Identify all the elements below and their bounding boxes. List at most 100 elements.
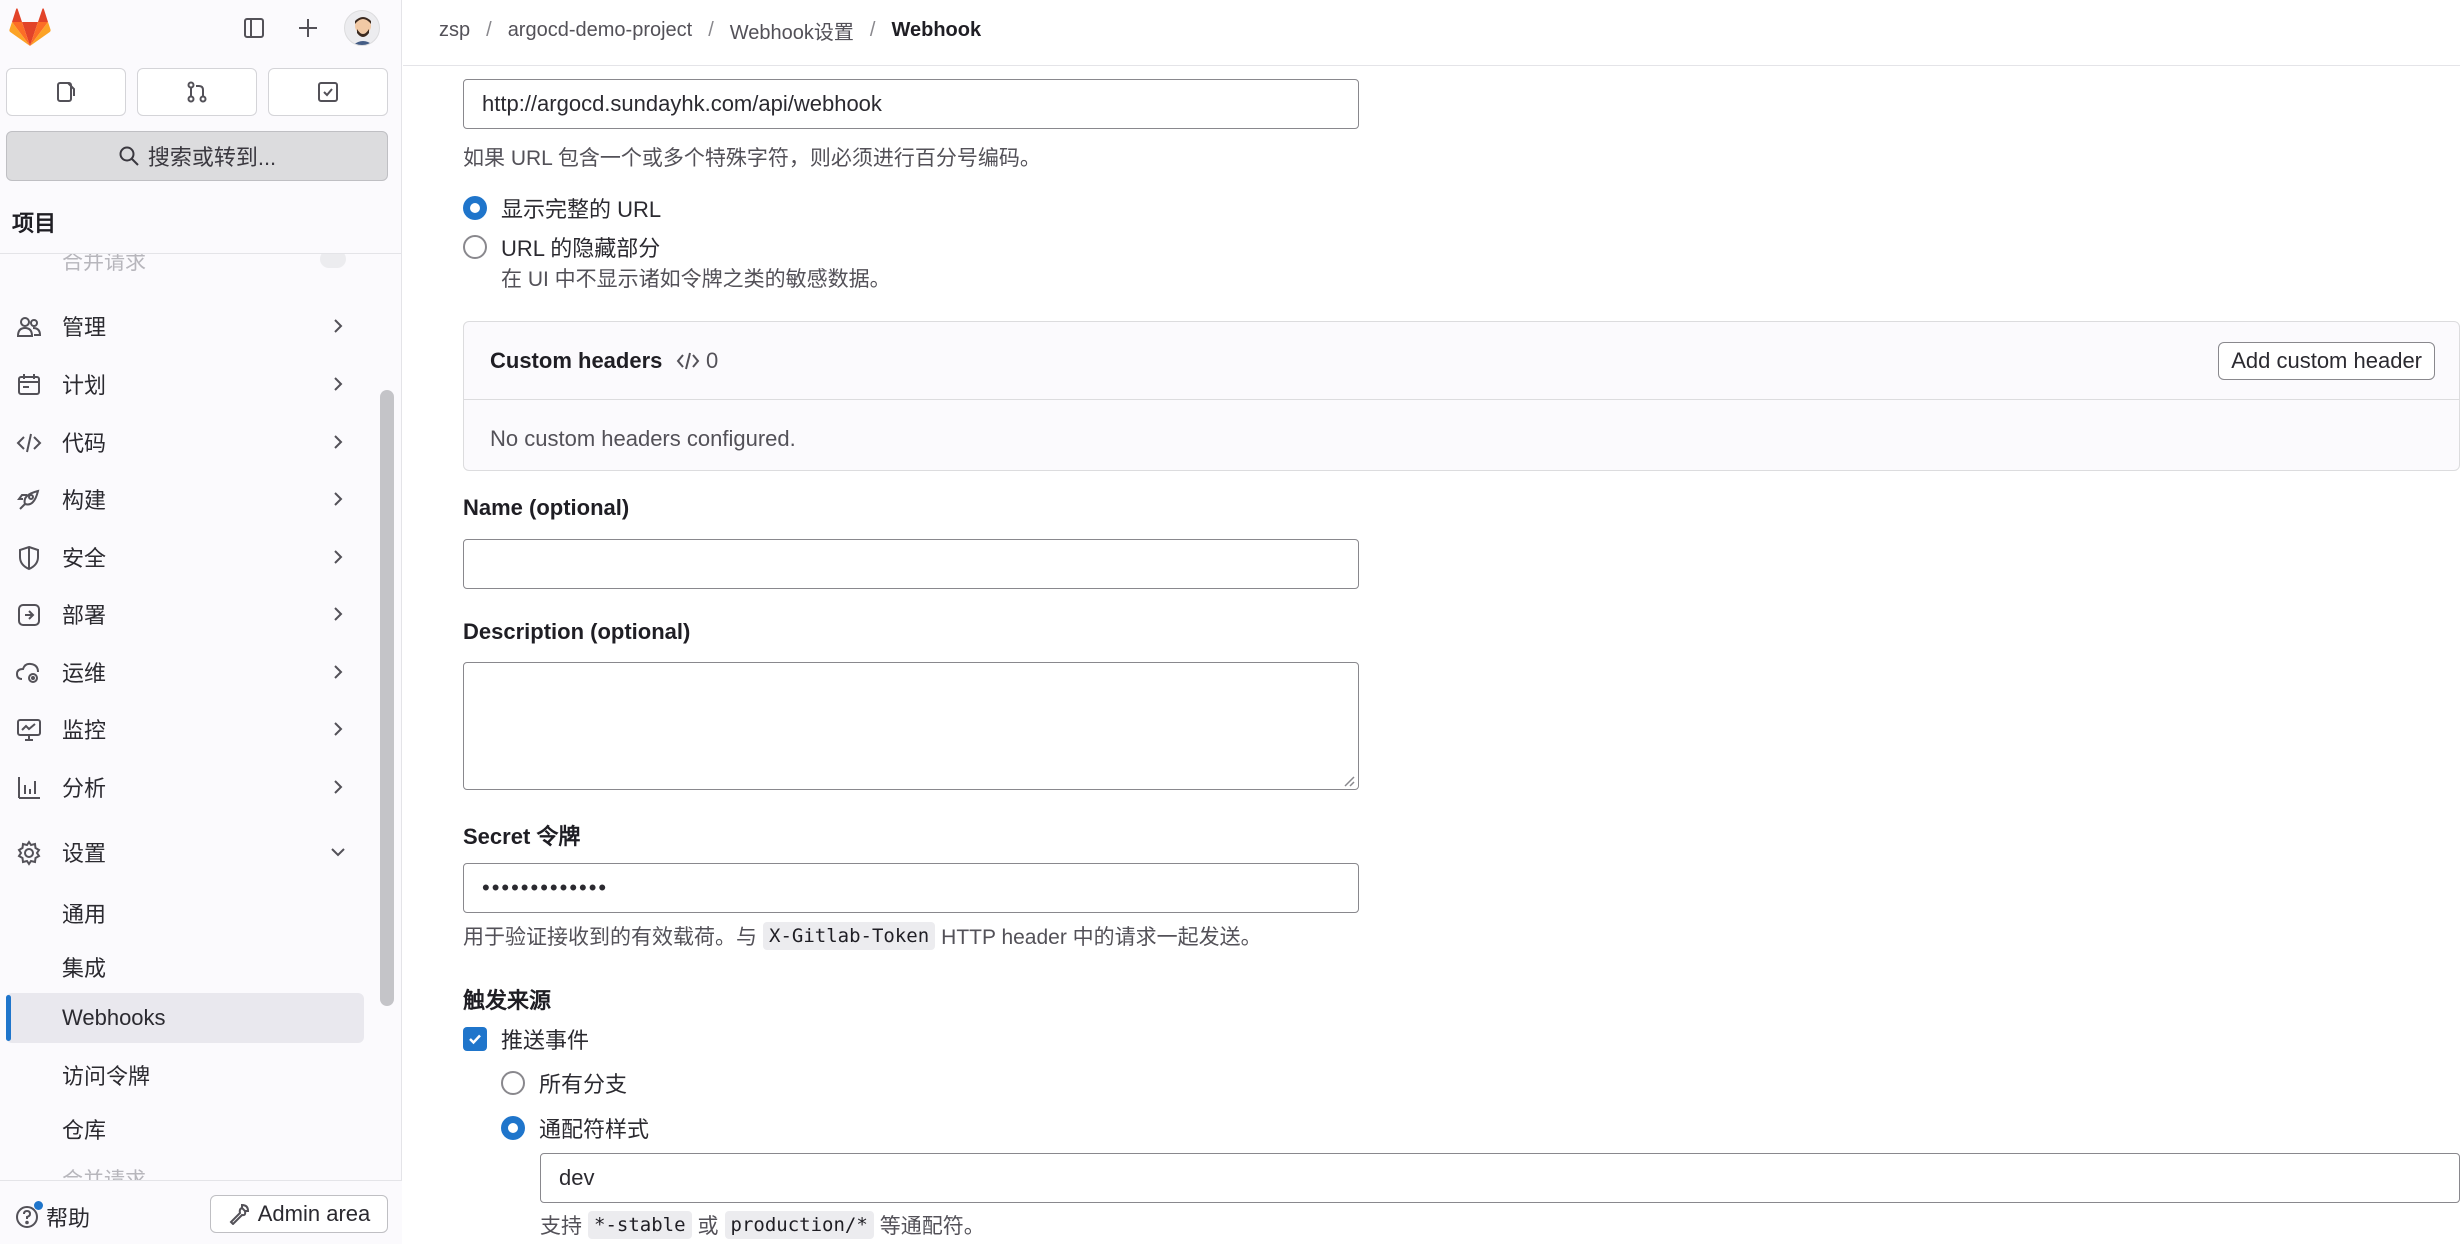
sidebar-item-code[interactable]: 代码 (6, 416, 364, 468)
sidebar-subitem-repository[interactable]: 仓库 (6, 1101, 364, 1151)
merge-request-icon (187, 81, 207, 103)
url-help-text: 如果 URL 包含一个或多个特殊字符，则必须进行百分号编码。 (463, 147, 1041, 170)
breadcrumb-item-webhook-settings[interactable]: Webhook设置 (730, 16, 854, 45)
gear-icon (17, 840, 41, 866)
breadcrumb-item-project[interactable]: argocd-demo-project (508, 19, 693, 42)
breadcrumb-separator: / (708, 19, 714, 41)
custom-headers-card: Custom headers 0 Add custom header No cu… (463, 321, 2460, 471)
sidebar-subitem-label: Webhooks (62, 1005, 166, 1030)
custom-headers-title: Custom headers (490, 348, 663, 373)
search-button[interactable]: 搜索或转到... (6, 131, 388, 181)
chevron-right-icon (334, 607, 343, 621)
sidebar-item-plan[interactable]: 计划 (6, 358, 364, 410)
sidebar-item-deploy[interactable]: 部署 (6, 588, 364, 640)
url-option-masked[interactable]: URL 的隐藏部分 (463, 231, 660, 263)
add-custom-header-button[interactable]: Add custom header (2218, 342, 2435, 380)
sidebar-item-build[interactable]: 构建 (6, 473, 364, 525)
sidebar-item-monitor[interactable]: 监控 (6, 703, 364, 755)
chevron-right-icon (334, 435, 343, 449)
chevron-right-icon (334, 319, 343, 333)
wrench-icon (229, 1203, 249, 1225)
sidebar-item-label: 设置 (62, 841, 107, 866)
sidebar-subitem-label: 访问令牌 (62, 1064, 151, 1089)
sidebar-item-label: 构建 (62, 488, 107, 513)
user-avatar[interactable] (344, 10, 380, 46)
radio-wildcard[interactable] (501, 1116, 525, 1140)
create-new-icon[interactable] (290, 10, 326, 46)
sidebar-item-secure[interactable]: 安全 (6, 531, 364, 583)
secret-token-label: Secret 令牌 (463, 824, 581, 849)
merge-requests-button[interactable] (137, 68, 257, 116)
wildcard-help-suffix: 等通配符。 (879, 1215, 985, 1238)
sidebar-item-analyze[interactable]: 分析 (6, 761, 364, 813)
issues-icon (57, 82, 75, 102)
admin-area-button[interactable]: Admin area (210, 1195, 388, 1233)
sidebar-subitem-access-tokens[interactable]: 访问令牌 (6, 1047, 364, 1097)
cloud-gear-icon (16, 662, 39, 683)
sidebar-item-label: 监控 (62, 718, 107, 743)
issues-button[interactable] (6, 68, 126, 116)
wildcard-help-code-2: production/* (724, 1211, 874, 1239)
name-label: Name (optional) (463, 495, 630, 520)
description-textarea[interactable] (463, 662, 1359, 790)
url-masked-help-text: 在 UI 中不显示诸如令牌之类的敏感数据。 (501, 268, 891, 291)
sidebar-item-label: 部署 (62, 603, 107, 628)
calendar-icon (18, 374, 40, 395)
rocket-icon (17, 489, 40, 510)
sidebar-bottom-bar: 帮助 Admin area (0, 1180, 402, 1244)
help-button[interactable]: 帮助 (14, 1201, 90, 1233)
secret-help-prefix: 用于验证接收到的有效载荷。与 (463, 926, 757, 949)
chevron-right-icon (334, 665, 343, 679)
chevron-right-icon (334, 780, 343, 794)
sidebar-item-label: 代码 (62, 431, 107, 456)
wildcard-option[interactable]: 通配符样式 (501, 1112, 649, 1144)
active-indicator (6, 995, 11, 1041)
top-header: zsp / argocd-demo-project / Webhook设置 / … (403, 0, 2460, 66)
chevron-right-icon (334, 377, 343, 391)
sidebar-subitem-label: 仓库 (62, 1118, 107, 1143)
chart-icon (18, 777, 40, 799)
admin-area-label: Admin area (257, 1201, 371, 1226)
code-icon (676, 352, 700, 370)
count-badge (320, 254, 346, 268)
sidebar-item-manage[interactable]: 管理 (6, 300, 364, 352)
custom-headers-card-header: Custom headers 0 Add custom header (464, 322, 2459, 400)
all-branches-option[interactable]: 所有分支 (501, 1067, 627, 1099)
sidebar-item-settings[interactable]: 设置 (6, 826, 364, 878)
sidebar-scrollbar[interactable] (380, 390, 394, 1006)
chevron-right-icon (334, 550, 343, 564)
toggle-sidebar-icon[interactable] (236, 10, 272, 46)
sidebar-subitem-general[interactable]: 通用 (6, 885, 364, 935)
wildcard-input[interactable]: dev (540, 1153, 2460, 1203)
url-option-full[interactable]: 显示完整的 URL (463, 192, 661, 224)
sidebar-item-label: 管理 (62, 315, 107, 340)
sidebar-subitem-integrations[interactable]: 集成 (6, 939, 364, 989)
sidebar-nav: 合并请求 管理 计划 代码 构建 安全 部署 运维 监控 分析 设置 通用 集成… (0, 254, 372, 1180)
wildcard-help-prefix: 支持 (540, 1215, 582, 1238)
url-input[interactable]: http://argocd.sundayhk.com/api/webhook (463, 79, 1359, 129)
radio-full-url[interactable] (463, 196, 487, 220)
sidebar-item-merge-requests-faded[interactable]: 合并请求 (62, 1164, 146, 1180)
secret-token-input[interactable]: ••••••••••••• (463, 863, 1359, 913)
breadcrumb-item-current[interactable]: Webhook (891, 19, 981, 42)
custom-headers-empty-text: No custom headers configured. (490, 426, 796, 451)
shield-icon (19, 545, 39, 571)
chevron-right-icon (334, 722, 343, 736)
sidebar-item-operate[interactable]: 运维 (6, 646, 364, 698)
todo-icon (318, 82, 338, 102)
push-events-option[interactable]: 推送事件 (463, 1023, 589, 1055)
name-input[interactable] (463, 539, 1359, 589)
sidebar-item-merge-requests-faded[interactable]: 合并请求 (62, 254, 146, 276)
radio-all-branches[interactable] (501, 1071, 525, 1095)
todo-button[interactable] (268, 68, 388, 116)
resize-handle-icon[interactable] (1343, 775, 1355, 787)
gitlab-logo-icon[interactable] (9, 8, 51, 48)
description-label: Description (optional) (463, 619, 691, 644)
sidebar-top-bar (0, 0, 402, 56)
breadcrumb-item-group[interactable]: zsp (439, 19, 470, 42)
radio-masked-url[interactable] (463, 235, 487, 259)
code-icon (16, 433, 42, 453)
sidebar-subitem-webhooks[interactable]: Webhooks (6, 993, 364, 1043)
chevron-down-icon (331, 848, 345, 857)
push-events-checkbox[interactable] (463, 1027, 487, 1051)
